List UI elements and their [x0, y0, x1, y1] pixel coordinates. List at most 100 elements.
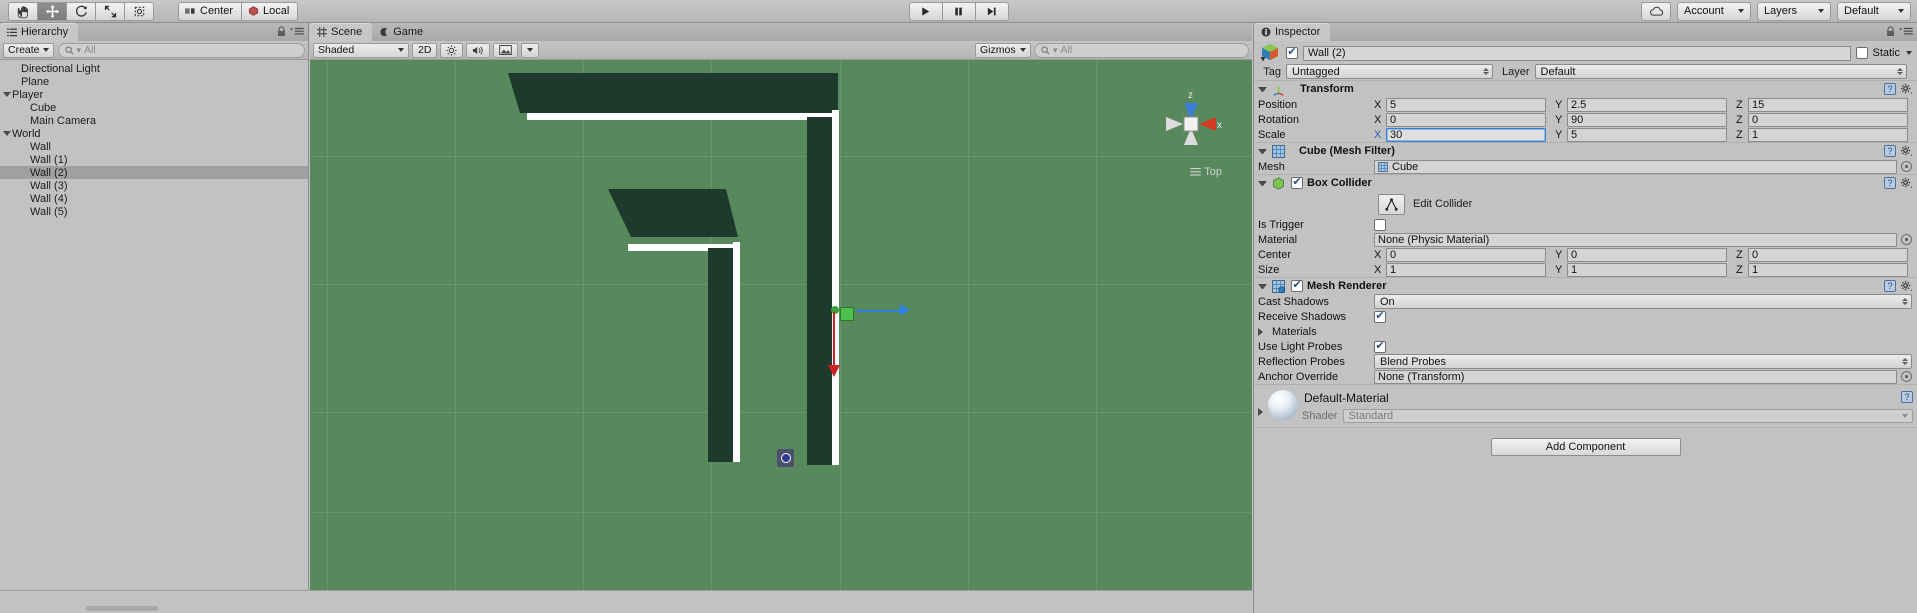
step-button[interactable]: [974, 1, 1009, 21]
transform-z-input[interactable]: 1: [1748, 127, 1908, 142]
foldout-arrow-icon[interactable]: [1258, 408, 1264, 416]
reflection-probes-dropdown[interactable]: Blend Probes: [1374, 354, 1912, 369]
expand-arrow-icon[interactable]: [2, 131, 12, 136]
hierarchy-item[interactable]: Wall: [0, 140, 308, 153]
mesh-filter-component-header[interactable]: Cube (Mesh Filter) ?: [1254, 142, 1917, 159]
shader-dropdown[interactable]: Standard: [1343, 409, 1913, 423]
add-component-button[interactable]: Add Component: [1490, 438, 1681, 456]
pause-button[interactable]: [941, 1, 976, 21]
hierarchy-item[interactable]: Directional Light: [0, 62, 308, 75]
mesh-picker-button[interactable]: [1901, 161, 1912, 172]
transform-x-input[interactable]: 5: [1386, 97, 1546, 112]
rect-tool-button[interactable]: [124, 1, 154, 21]
hierarchy-item[interactable]: Wall (5): [0, 205, 308, 218]
collider-size-z-input[interactable]: 1: [1748, 262, 1908, 277]
hierarchy-item[interactable]: Main Camera: [0, 114, 308, 127]
materials-foldout-row[interactable]: Materials: [1254, 324, 1917, 339]
layer-dropdown[interactable]: Default: [1534, 64, 1907, 79]
panel-menu-icon[interactable]: [1899, 27, 1913, 36]
collider-size-x-input[interactable]: 1: [1386, 262, 1546, 277]
move-tool-button[interactable]: [37, 1, 67, 21]
edit-collider-button[interactable]: [1378, 193, 1405, 215]
transform-gizmo-z-arrow[interactable]: [828, 365, 840, 377]
object-active-checkbox[interactable]: [1286, 47, 1298, 59]
mesh-renderer-enabled-checkbox[interactable]: [1291, 280, 1303, 292]
anchor-override-field[interactable]: None (Transform): [1374, 369, 1897, 384]
help-icon[interactable]: ?: [1884, 83, 1896, 95]
scene-fx-dropdown[interactable]: [521, 42, 540, 58]
help-icon[interactable]: ?: [1884, 177, 1896, 189]
gizmos-dropdown[interactable]: Gizmos: [975, 42, 1031, 58]
tab-game[interactable]: Game: [372, 23, 433, 41]
help-icon[interactable]: ?: [1884, 145, 1896, 157]
scene-fx-button[interactable]: [493, 42, 519, 58]
box-collider-component-header[interactable]: Box Collider ?: [1254, 174, 1917, 191]
scale-tool-button[interactable]: [95, 1, 125, 21]
physic-material-picker-button[interactable]: [1901, 234, 1912, 245]
anchor-override-picker-button[interactable]: [1901, 371, 1912, 382]
scene-orientation-gizmo[interactable]: z x: [1158, 88, 1224, 160]
receive-shadows-checkbox[interactable]: [1374, 310, 1386, 323]
scene-audio-button[interactable]: [466, 42, 491, 58]
scene-search-input[interactable]: ▾ All: [1034, 42, 1249, 58]
transform-component-header[interactable]: Transform ?: [1254, 80, 1917, 97]
is-trigger-checkbox[interactable]: [1374, 218, 1386, 231]
lock-icon[interactable]: [1886, 26, 1895, 37]
transform-x-input[interactable]: 30: [1386, 127, 1546, 142]
hierarchy-item[interactable]: Wall (2): [0, 166, 308, 179]
account-dropdown[interactable]: Account: [1677, 1, 1751, 21]
object-name-input[interactable]: Wall (2): [1303, 45, 1852, 61]
collider-center-z-input[interactable]: 0: [1748, 247, 1908, 262]
collider-size-y-input[interactable]: 1: [1567, 262, 1727, 277]
panel-menu-icon[interactable]: [290, 27, 304, 36]
tab-inspector[interactable]: Inspector: [1254, 23, 1331, 41]
hierarchy-item[interactable]: Cube: [0, 101, 308, 114]
foldout-arrow-icon[interactable]: [1258, 180, 1267, 186]
hierarchy-item[interactable]: Plane: [0, 75, 308, 88]
play-button[interactable]: [908, 1, 943, 21]
mesh-renderer-component-header[interactable]: Mesh Renderer ?: [1254, 277, 1917, 294]
transform-gizmo-x-arrow[interactable]: [900, 304, 910, 316]
rotate-tool-button[interactable]: [66, 1, 96, 21]
pivot-mode-button[interactable]: Center: [178, 1, 243, 21]
scene-view-orientation[interactable]: Top: [1190, 166, 1222, 178]
transform-y-input[interactable]: 90: [1567, 112, 1727, 127]
help-icon[interactable]: ?: [1884, 280, 1896, 292]
hierarchy-item[interactable]: Wall (3): [0, 179, 308, 192]
foldout-arrow-icon[interactable]: [1258, 148, 1267, 154]
transform-z-input[interactable]: 0: [1748, 112, 1908, 127]
shading-mode-dropdown[interactable]: Shaded: [313, 42, 409, 58]
transform-x-input[interactable]: 0: [1386, 112, 1546, 127]
layers-dropdown[interactable]: Layers: [1757, 1, 1831, 21]
static-checkbox[interactable]: [1856, 47, 1869, 59]
transform-y-input[interactable]: 2.5: [1567, 97, 1727, 112]
use-light-probes-checkbox[interactable]: [1374, 340, 1386, 353]
physic-material-field[interactable]: None (Physic Material): [1374, 232, 1897, 247]
handle-rotation-button[interactable]: Local: [241, 1, 299, 21]
gear-icon[interactable]: [1900, 145, 1913, 157]
create-button[interactable]: Create: [3, 42, 54, 58]
gear-icon[interactable]: [1900, 83, 1913, 95]
hierarchy-list[interactable]: Directional Light Plane Player Cube Main Cam…: [0, 60, 308, 590]
project-tab-placeholder[interactable]: [86, 606, 158, 611]
mesh-object-field[interactable]: Cube: [1374, 159, 1897, 174]
lock-icon[interactable]: [277, 26, 286, 37]
transform-gizmo-x-axis[interactable]: [856, 310, 902, 312]
transform-gizmo-z-axis[interactable]: [833, 312, 835, 366]
foldout-arrow-icon[interactable]: [1258, 283, 1267, 289]
toggle-2d-button[interactable]: 2D: [412, 42, 438, 58]
collider-center-x-input[interactable]: 0: [1386, 247, 1546, 262]
foldout-arrow-icon[interactable]: [1258, 327, 1267, 336]
chevron-down-icon[interactable]: [1906, 51, 1912, 55]
hierarchy-item[interactable]: Player: [0, 88, 308, 101]
tab-scene[interactable]: Scene: [310, 23, 373, 41]
hierarchy-search-input[interactable]: ▾ All: [57, 42, 305, 58]
transform-y-input[interactable]: 5: [1567, 127, 1727, 142]
tag-dropdown[interactable]: Untagged: [1286, 64, 1493, 79]
gear-icon[interactable]: [1900, 177, 1913, 189]
scene-viewport[interactable]: z x Top: [310, 60, 1252, 590]
tab-hierarchy[interactable]: Hierarchy: [0, 23, 79, 41]
hierarchy-item[interactable]: Wall (1): [0, 153, 308, 166]
box-collider-enabled-checkbox[interactable]: [1291, 177, 1303, 189]
transform-gizmo-plane-handle[interactable]: [840, 307, 854, 321]
